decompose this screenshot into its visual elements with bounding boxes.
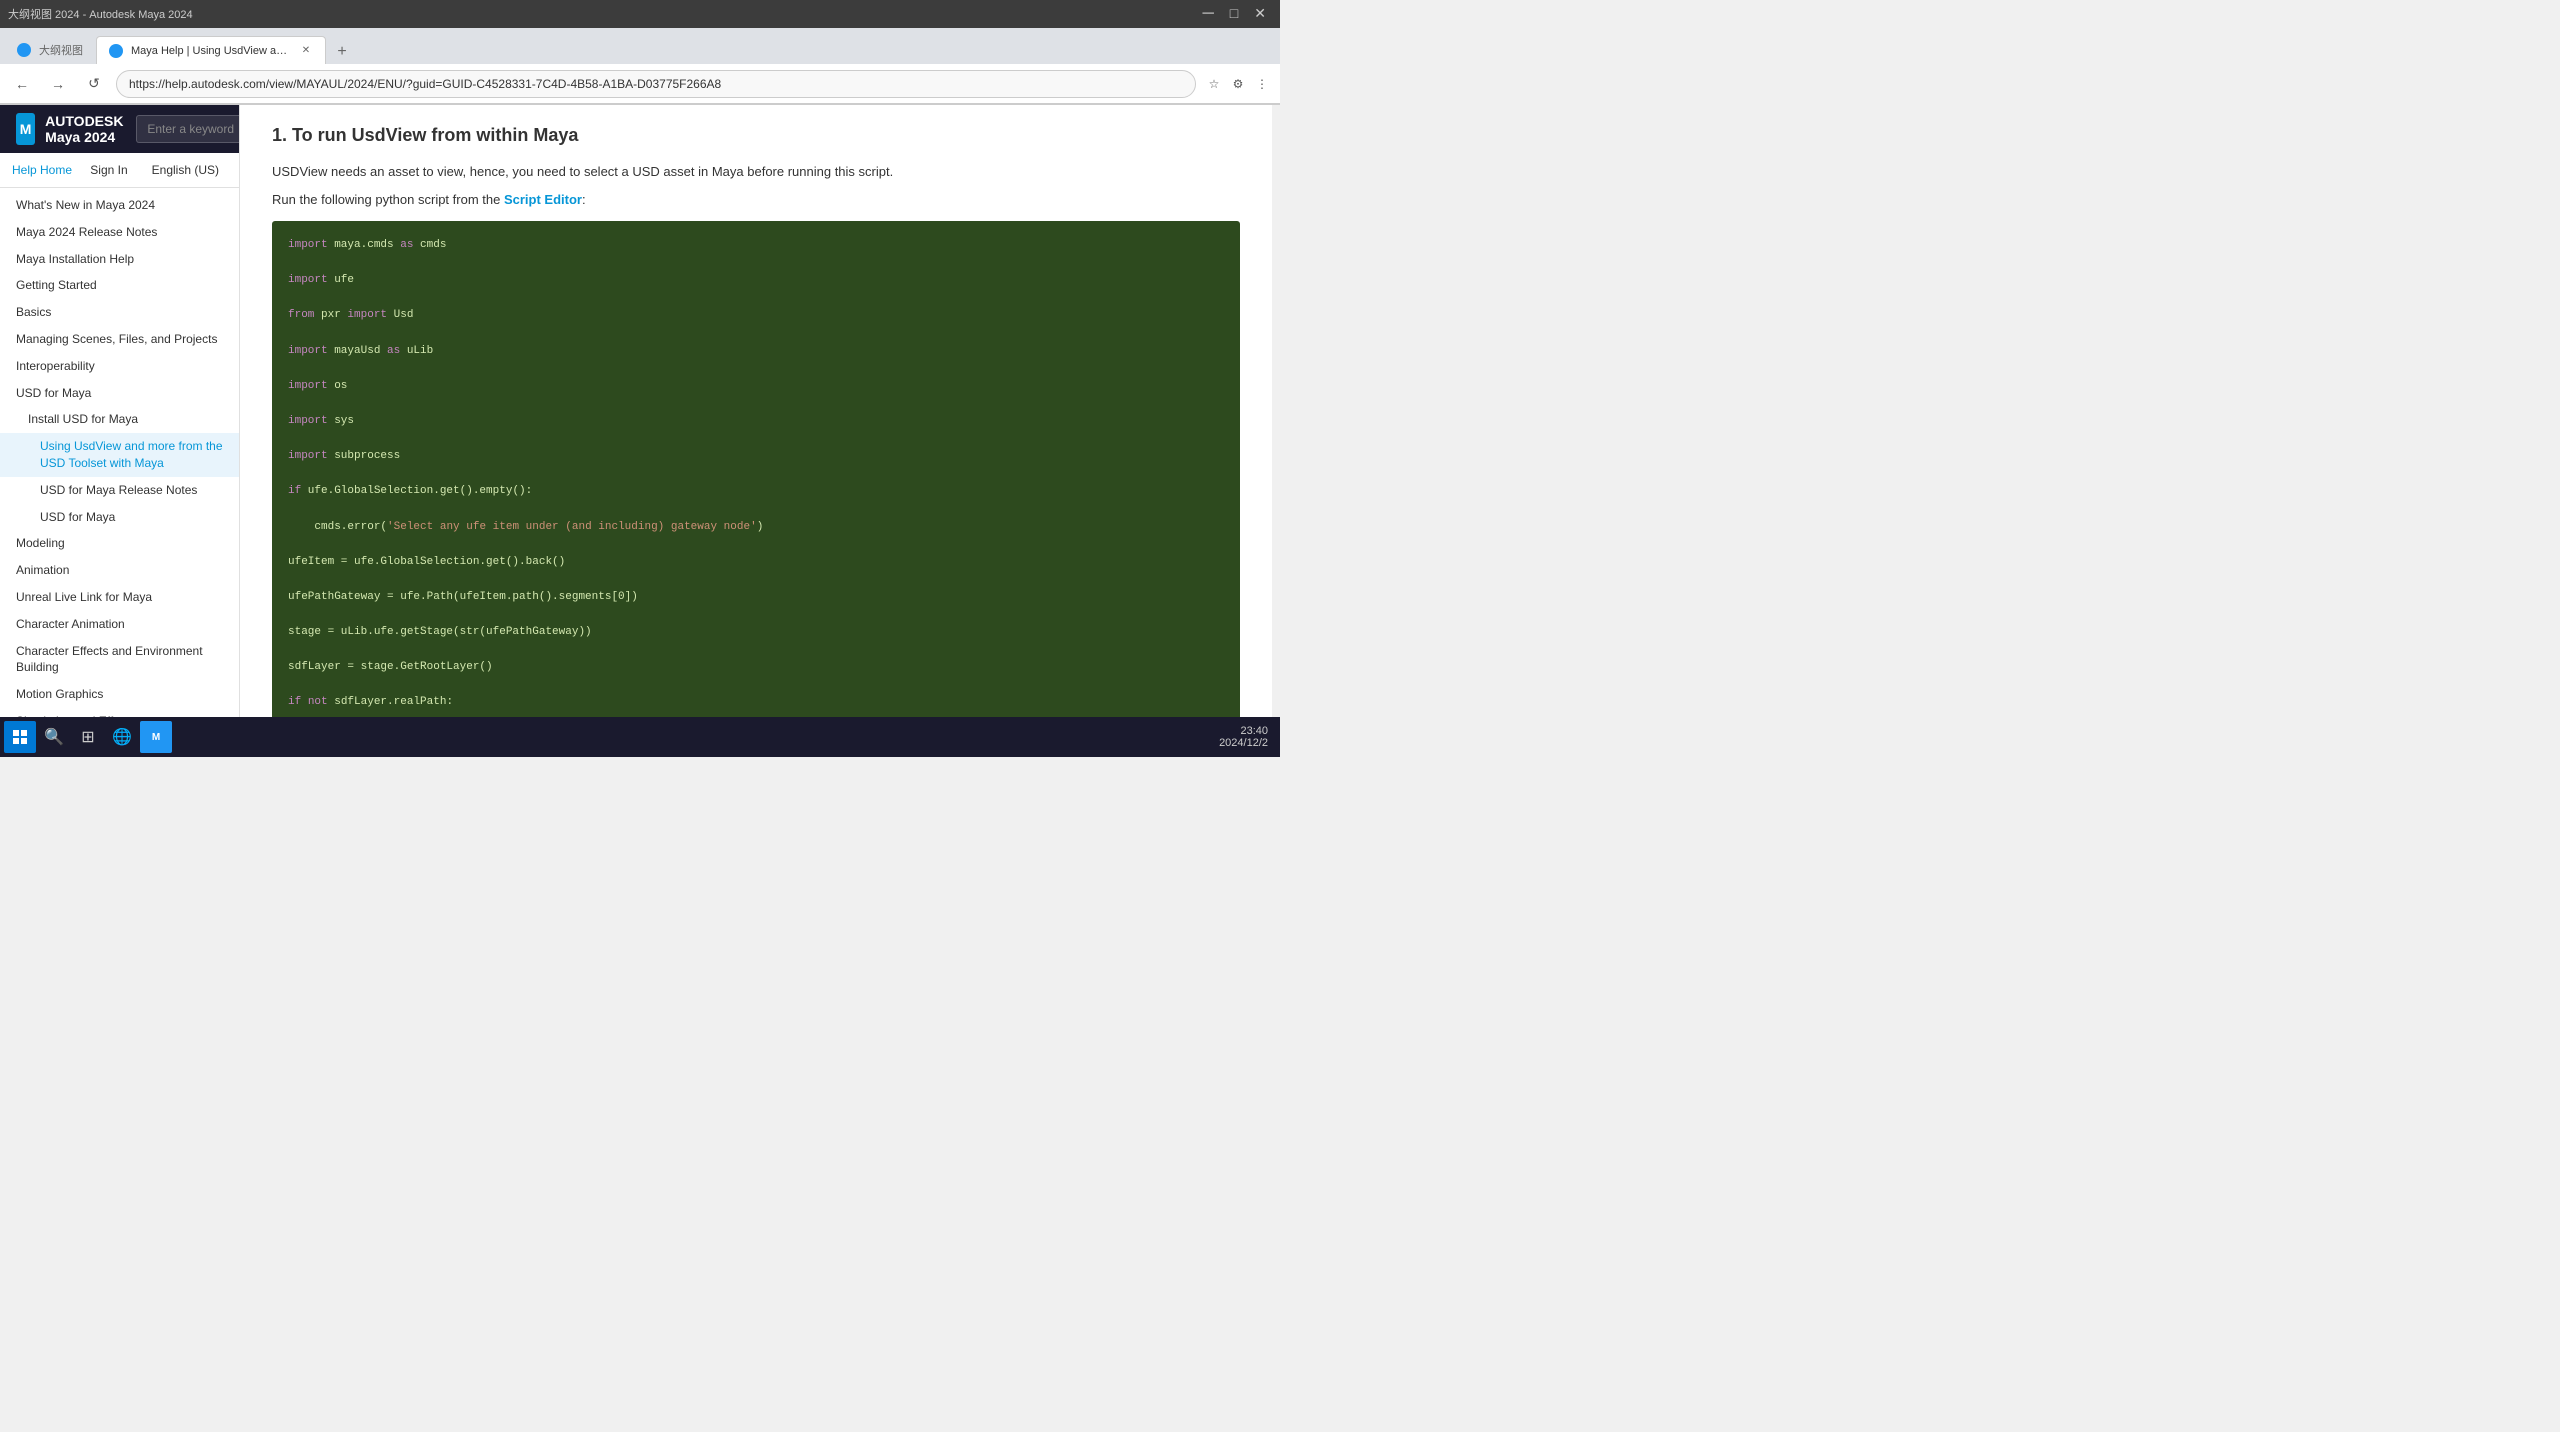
maximize-button[interactable]: □: [1224, 5, 1244, 23]
tab-favicon-maya: [17, 43, 31, 57]
taskbar: 🔍 ⊞ 🌐 M 23:40 2024/12/2: [0, 717, 1280, 757]
autodesk-header: M AUTODESK Maya 2024: [0, 105, 239, 153]
sidebar-item-6[interactable]: Interoperability: [0, 353, 239, 380]
tab-help[interactable]: Maya Help | Using UsdView and ... ✕: [96, 36, 326, 64]
tab-close-button[interactable]: ✕: [299, 44, 313, 58]
sidebar-item-1[interactable]: Maya 2024 Release Notes: [0, 219, 239, 246]
tab-bar: 大纲视图 Maya Help | Using UsdView and ... ✕…: [0, 28, 1280, 64]
sidebar-item-8[interactable]: Install USD for Maya: [0, 406, 239, 433]
header-right: [136, 115, 240, 143]
sidebar-item-5[interactable]: Managing Scenes, Files, and Projects: [0, 326, 239, 353]
code-block: import maya.cmds as cmds import ufe from…: [272, 221, 1240, 717]
sign-in-button[interactable]: Sign In: [82, 159, 135, 181]
sidebar-item-0[interactable]: What's New in Maya 2024: [0, 192, 239, 219]
para2-prefix: Run the following python script from the: [272, 192, 504, 207]
help-header-bar: Help Home Sign In English (US): [0, 153, 239, 188]
page-heading: 1. To run UsdView from within Maya: [272, 125, 1240, 146]
logo-letter: M: [20, 121, 32, 137]
autodesk-logo: M: [16, 113, 35, 145]
search-taskbar[interactable]: 🔍: [38, 721, 70, 753]
taskbar-time: 23:40 2024/12/2: [1219, 725, 1276, 749]
para2: Run the following python script from the…: [272, 190, 1240, 210]
sidebar-item-12[interactable]: Modeling: [0, 530, 239, 557]
sidebar-item-14[interactable]: Unreal Live Link for Maya: [0, 584, 239, 611]
tab-favicon-help: [109, 44, 123, 58]
sidebar-item-17[interactable]: Motion Graphics: [0, 681, 239, 708]
header-actions: Sign In English (US): [82, 159, 227, 181]
window-title: 大纲视图 2024 - Autodesk Maya 2024: [8, 6, 193, 22]
bookmark-icon[interactable]: ☆: [1204, 74, 1224, 94]
address-bar: ← → ↺ ☆ ⚙ ⋮: [0, 64, 1280, 104]
title-bar-left: 大纲视图 2024 - Autodesk Maya 2024: [8, 6, 193, 22]
sidebar-item-3[interactable]: Getting Started: [0, 272, 239, 299]
browser-toolbar: ☆ ⚙ ⋮: [1204, 74, 1272, 94]
browser-chrome: 大纲视图 2024 - Autodesk Maya 2024 ─ □ ✕ 大纲视…: [0, 0, 1280, 105]
minimize-button[interactable]: ─: [1196, 5, 1219, 23]
para2-suffix: :: [582, 192, 586, 207]
browser-taskbar[interactable]: 🌐: [106, 721, 138, 753]
refresh-button[interactable]: ↺: [80, 70, 108, 98]
sidebar-item-16[interactable]: Character Effects and Environment Buildi…: [0, 638, 239, 682]
sidebar-nav: What's New in Maya 2024Maya 2024 Release…: [0, 188, 239, 717]
logo-area: M AUTODESK Maya 2024: [16, 113, 136, 145]
keyword-search[interactable]: [136, 115, 240, 143]
main-area: M AUTODESK Maya 2024 Help Home Sign In E…: [0, 105, 1280, 717]
sidebar-item-2[interactable]: Maya Installation Help: [0, 246, 239, 273]
page-wrapper: M AUTODESK Maya 2024 Help Home Sign In E…: [0, 105, 1280, 717]
time-display: 23:40: [1219, 725, 1268, 737]
autodesk-title: AUTODESK Maya 2024: [45, 113, 136, 145]
tab-maya[interactable]: 大纲视图: [4, 36, 96, 64]
sidebar-item-4[interactable]: Basics: [0, 299, 239, 326]
new-tab-button[interactable]: +: [330, 40, 354, 64]
back-button[interactable]: ←: [8, 70, 36, 98]
scroll-track[interactable]: [1272, 105, 1280, 717]
sidebar-item-7[interactable]: USD for Maya: [0, 380, 239, 407]
language-selector[interactable]: English (US): [144, 159, 227, 181]
para1: USDView needs an asset to view, hence, y…: [272, 162, 1240, 182]
forward-button[interactable]: →: [44, 70, 72, 98]
extension-icon[interactable]: ⚙: [1228, 74, 1248, 94]
title-bar-controls[interactable]: ─ □ ✕: [1196, 5, 1272, 23]
content-area: 1. To run UsdView from within Maya USDVi…: [240, 105, 1272, 717]
tab-label-help: Maya Help | Using UsdView and ...: [131, 45, 291, 57]
start-button[interactable]: [4, 721, 36, 753]
sidebar-item-9[interactable]: Using UsdView and more from the USD Tool…: [0, 433, 239, 477]
menu-icon[interactable]: ⋮: [1252, 74, 1272, 94]
maya-taskbar[interactable]: M: [140, 721, 172, 753]
address-input[interactable]: [116, 70, 1196, 98]
tab-label-maya: 大纲视图: [39, 42, 83, 58]
sidebar-item-11[interactable]: USD for Maya: [0, 504, 239, 531]
taskview-button[interactable]: ⊞: [72, 721, 104, 753]
doc-sidebar: M AUTODESK Maya 2024 Help Home Sign In E…: [0, 105, 240, 717]
title-bar: 大纲视图 2024 - Autodesk Maya 2024 ─ □ ✕: [0, 0, 1280, 28]
help-home-link[interactable]: Help Home: [12, 163, 72, 177]
date-display: 2024/12/2: [1219, 737, 1268, 749]
close-button[interactable]: ✕: [1248, 5, 1272, 23]
sidebar-item-15[interactable]: Character Animation: [0, 611, 239, 638]
sidebar-item-18[interactable]: Simulation and Effects: [0, 708, 239, 717]
script-editor-link[interactable]: Script Editor: [504, 192, 582, 207]
sidebar-item-10[interactable]: USD for Maya Release Notes: [0, 477, 239, 504]
sidebar-item-13[interactable]: Animation: [0, 557, 239, 584]
